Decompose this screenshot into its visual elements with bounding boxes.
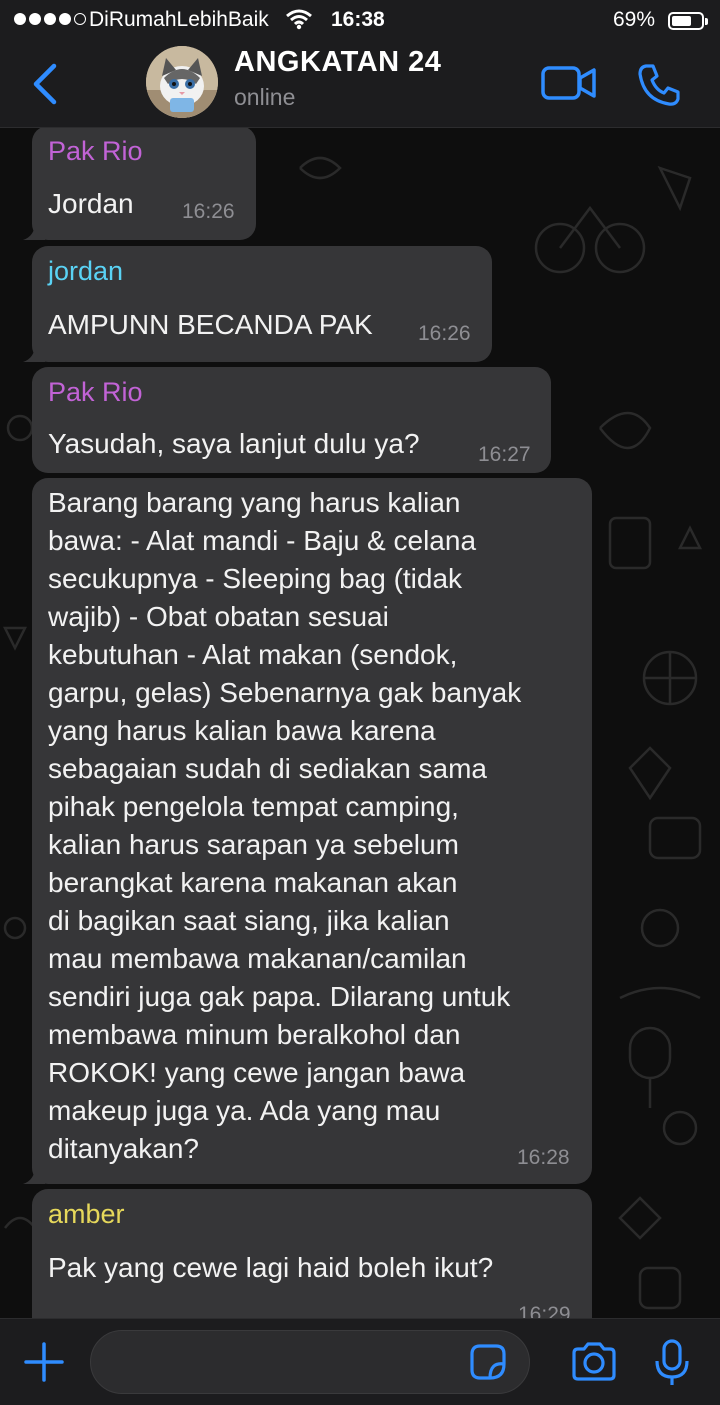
message-line: secukupnya - Sleeping bag (tidak	[48, 563, 463, 594]
message-text: Barang barang yang harus kalian bawa: - …	[48, 484, 588, 1168]
message-time: 16:26	[182, 200, 235, 223]
battery-level-fill	[672, 16, 691, 26]
message-bubble[interactable]: Barang barang yang harus kalian bawa: - …	[23, 478, 592, 1184]
message-line: berangkat karena makanan akan	[48, 867, 458, 898]
message-line: mau membawa makanan/camilan	[48, 943, 467, 974]
plus-icon[interactable]	[24, 1342, 64, 1387]
message-sender[interactable]: Pak Rio	[48, 377, 143, 408]
message-line: kebutuhan - Alat makan (sendok,	[48, 639, 458, 670]
message-sender[interactable]: Pak Rio	[48, 136, 143, 167]
message-time: 16:28	[517, 1146, 570, 1169]
chat-status: online	[234, 84, 296, 110]
chat-title[interactable]: ANGKATAN 24	[234, 46, 441, 79]
group-avatar[interactable]	[146, 46, 218, 118]
message-line: ROKOK! yang cewe jangan bawa	[48, 1057, 466, 1088]
message-bubble[interactable]: jordan AMPUNN BECANDA PAK 16:26	[23, 246, 492, 362]
message-line: membawa minum beralkohol dan	[48, 1019, 461, 1050]
sticker-icon[interactable]	[468, 1342, 508, 1387]
message-line: Barang barang yang harus kalian	[48, 487, 461, 518]
message-time: 16:27	[478, 443, 531, 466]
message-line: garpu, gelas) Sebenarnya gak banyak	[48, 677, 522, 708]
message-line: bawa: - Alat mandi - Baju & celana	[48, 525, 477, 556]
message-bubble[interactable]: amber Pak yang cewe lagi haid boleh ikut…	[32, 1189, 592, 1318]
message-line: pihak pengelola tempat camping,	[48, 791, 459, 822]
message-line: sebagaian sudah di sediakan sama	[48, 753, 487, 784]
camera-icon[interactable]	[570, 1341, 618, 1388]
battery-percentage: 69%	[613, 8, 656, 31]
message-line: sendiri juga gak papa. Dilarang untuk	[48, 981, 511, 1012]
message-text: AMPUNN BECANDA PAK	[48, 309, 373, 340]
message-sender[interactable]: amber	[48, 1199, 125, 1230]
microphone-icon[interactable]	[654, 1339, 690, 1392]
message-line: ditanyakan?	[48, 1133, 200, 1164]
message-list[interactable]: Pak Rio Jordan 16:26 jordan AMPUNN BECAN…	[0, 128, 720, 1318]
message-bubble[interactable]: Pak Rio Jordan 16:26	[23, 128, 256, 240]
message-text: Jordan	[48, 188, 134, 219]
battery-icon	[668, 12, 708, 30]
message-time: 16:26	[418, 322, 471, 345]
signal-strength-icon	[14, 13, 86, 25]
carrier-name: DiRumahLebihBaik	[89, 8, 269, 31]
wifi-icon	[286, 8, 312, 36]
message-sender[interactable]: jordan	[48, 256, 123, 287]
message-text: Yasudah, saya lanjut dulu ya?	[48, 428, 420, 459]
message-bubble[interactable]: Pak Rio Yasudah, saya lanjut dulu ya? 16…	[32, 367, 551, 473]
message-composer	[0, 1318, 720, 1405]
message-line: di bagikan saat siang, jika kalian	[48, 905, 450, 936]
message-time: 16:29	[518, 1303, 571, 1318]
message-line: kalian harus sarapan ya sebelum	[48, 829, 459, 860]
back-chevron-icon[interactable]	[28, 62, 60, 111]
message-line: wajib) - Obat obatan sesuai	[48, 601, 389, 632]
message-line: yang harus kalian bawa karena	[48, 715, 436, 746]
message-text: Pak yang cewe lagi haid boleh ikut?	[48, 1252, 494, 1283]
video-call-icon[interactable]	[540, 64, 598, 109]
status-time: 16:38	[331, 8, 385, 31]
chat-header: ANGKATAN 24 online	[0, 40, 720, 128]
message-input[interactable]	[90, 1330, 530, 1394]
message-line: makeup juga ya. Ada yang mau	[48, 1095, 441, 1126]
phone-call-icon[interactable]	[636, 62, 682, 113]
status-bar: DiRumahLebihBaik 16:38 69%	[0, 0, 720, 40]
